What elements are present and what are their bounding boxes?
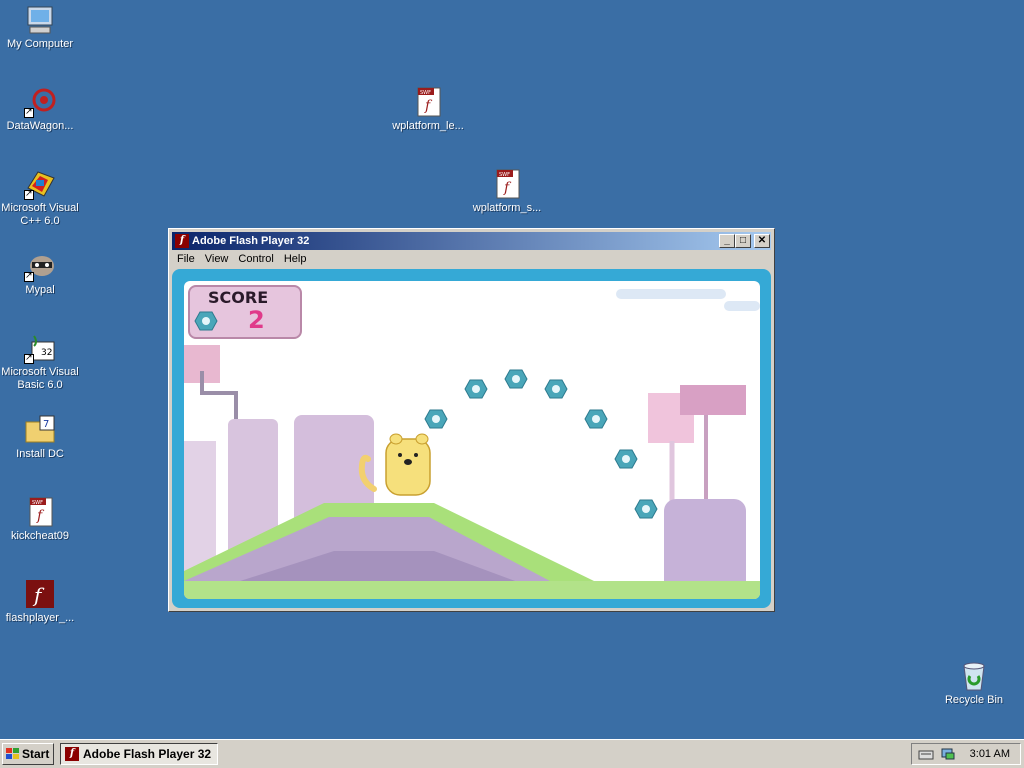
system-tray: 3:01 AM (911, 743, 1021, 765)
desktop-icon-label: DataWagon... (6, 120, 74, 132)
desktop-icon-mypal[interactable]: Mypal (0, 250, 80, 297)
coin-icon (584, 409, 608, 429)
desktop-icon-label: My Computer (6, 38, 74, 50)
mypal-icon (24, 250, 56, 282)
coin-icon (424, 409, 448, 429)
desktop-icon-label: wplatform_s... (472, 202, 542, 214)
visual-basic-icon: 32 (24, 332, 56, 364)
flash-player-window[interactable]: f Adobe Flash Player 32 _ □ ✕ File View Co… (168, 228, 775, 612)
swf-file-icon: SWF f (24, 496, 56, 528)
menu-view[interactable]: View (200, 251, 234, 267)
start-label: Start (22, 747, 50, 761)
desktop-icon-label: wplatform_le... (392, 120, 464, 132)
clock[interactable]: 3:01 AM (970, 748, 1010, 760)
svg-text:SWF: SWF (420, 90, 431, 96)
menu-file[interactable]: File (172, 251, 200, 267)
recycle-bin-icon (958, 660, 990, 692)
desktop-icon-label: Install DC (16, 448, 64, 460)
coin-icon (544, 379, 568, 399)
desktop-icon-kickcheat09[interactable]: SWF f kickcheat09 (0, 496, 80, 543)
window-titlebar[interactable]: f Adobe Flash Player 32 _ □ ✕ (172, 232, 771, 250)
visual-cpp-icon (24, 168, 56, 200)
desktop-icon-visual-cpp[interactable]: Microsoft Visual C++ 6.0 (0, 168, 80, 228)
desktop-icon-flashplayer[interactable]: f flashplayer_... (0, 578, 80, 625)
close-button[interactable]: ✕ (754, 234, 770, 248)
score-value: 2 (248, 306, 265, 334)
coin-icon (464, 379, 488, 399)
swf-file-icon: SWF f (412, 86, 444, 118)
score-coin-icon (194, 311, 218, 331)
minimize-button[interactable]: _ (719, 234, 735, 248)
desktop-icon-my-computer[interactable]: My Computer (0, 4, 80, 51)
coin-icon (634, 499, 658, 519)
network-icon[interactable] (940, 747, 956, 761)
desktop-icon-label: flashplayer_... (5, 612, 75, 624)
wubbzy-character (358, 433, 431, 496)
menu-help[interactable]: Help (279, 251, 312, 267)
svg-text:SWF: SWF (499, 172, 510, 178)
score-label: SCORE (208, 288, 269, 307)
datawagon-icon (24, 86, 56, 118)
desktop-icon-label: kickcheat09 (10, 530, 70, 542)
desktop-icon-visual-basic[interactable]: 32 Microsoft Visual Basic 6.0 (0, 332, 80, 392)
flash-logo-icon: f (175, 234, 189, 248)
flashplayer-icon: f (24, 578, 56, 610)
desktop-icon-wplatform-s[interactable]: SWF f wplatform_s... (467, 168, 547, 215)
desktop-icon-datawagon[interactable]: DataWagon... (0, 86, 80, 133)
shortcut-arrow-icon (24, 270, 34, 282)
windows-logo-icon (6, 748, 19, 759)
svg-text:SWF: SWF (32, 500, 43, 506)
desktop-icon-label: Mypal (25, 284, 55, 296)
svg-text:7: 7 (43, 419, 49, 430)
keyboard-icon[interactable] (918, 747, 934, 761)
svg-text:32: 32 (41, 348, 52, 358)
flash-logo-icon: f (65, 747, 79, 761)
shortcut-arrow-icon (24, 106, 34, 118)
taskbar-item-flash-player[interactable]: f Adobe Flash Player 32 (60, 743, 218, 765)
desktop-icon-install-dc[interactable]: 7 Install DC (0, 414, 80, 461)
desktop-icon-label: Microsoft Visual C++ 6.0 (1, 202, 79, 227)
coin-icon (614, 449, 638, 469)
my-computer-icon (24, 4, 56, 36)
swf-file-icon: SWF f (491, 168, 523, 200)
menu-bar: File View Control Help (172, 251, 771, 269)
score-panel: SCORE 2 (188, 285, 302, 339)
taskbar: Start f Adobe Flash Player 32 3:01 AM (0, 739, 1024, 768)
maximize-button[interactable]: □ (735, 234, 751, 248)
game-canvas[interactable]: SCORE 2 (184, 281, 760, 599)
desktop-icon-wplatform-le[interactable]: SWF f wplatform_le... (388, 86, 468, 133)
shortcut-arrow-icon (24, 188, 34, 200)
taskbar-item-label: Adobe Flash Player 32 (83, 747, 212, 761)
start-button[interactable]: Start (2, 743, 54, 765)
window-title: Adobe Flash Player 32 (192, 235, 310, 247)
shortcut-arrow-icon (24, 352, 34, 364)
game-frame: SCORE 2 (172, 269, 771, 608)
desktop-icon-recycle-bin[interactable]: Recycle Bin (934, 660, 1014, 707)
desktop-icon-label: Microsoft Visual Basic 6.0 (1, 366, 79, 391)
desktop-icon-label: Recycle Bin (944, 694, 1004, 706)
coin-icon (504, 369, 528, 389)
install-dc-icon: 7 (24, 414, 56, 446)
menu-control[interactable]: Control (233, 251, 278, 267)
